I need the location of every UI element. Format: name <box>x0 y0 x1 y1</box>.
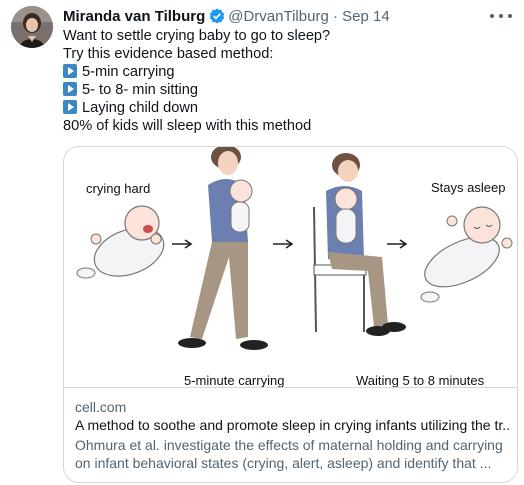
tweet-bullet-line: Laying child down <box>63 99 503 117</box>
carrying-mother-illustration <box>178 147 268 350</box>
header-separator: · <box>332 8 338 25</box>
author-name[interactable]: Miranda van Tilburg <box>63 8 205 25</box>
card-description[interactable]: Ohmura et al. investigate the effects of… <box>75 436 511 472</box>
author-avatar[interactable] <box>11 6 53 48</box>
tweet-text: Want to settle crying baby to go to slee… <box>63 27 503 135</box>
figure-label-asleep: Stays asleep <box>431 180 506 195</box>
figure-caption-carrying: 5-minute carrying <box>184 373 285 388</box>
play-button-emoji-icon <box>63 82 77 96</box>
tweet-date[interactable]: Sep 14 <box>342 8 390 25</box>
sleeping-baby-illustration <box>420 206 513 303</box>
card-image[interactable]: crying hard Stays asleep 5-minute carryi… <box>64 147 517 388</box>
card-title[interactable]: A method to soothe and promote sleep in … <box>75 416 511 434</box>
tweet-line: 5-min carrying <box>82 64 175 80</box>
tweet-bullet-line: 5-min carrying <box>63 63 503 81</box>
figure-caption-waiting: Waiting 5 to 8 minutes <box>356 373 485 388</box>
tweet-header: Miranda van Tilburg @DrvanTilburg · Sep 1… <box>63 7 484 27</box>
play-button-emoji-icon <box>63 64 77 78</box>
tweet-line: Laying child down <box>82 100 199 116</box>
verified-badge-icon <box>209 8 225 24</box>
tweet-line: 80% of kids will sleep with this method <box>63 118 312 134</box>
tweet-bullet-line: 5- to 8- min sitting <box>63 81 503 99</box>
link-preview-card[interactable]: crying hard Stays asleep 5-minute carryi… <box>63 146 518 483</box>
figure-label-crying: crying hard <box>86 181 151 196</box>
author-handle[interactable]: @DrvanTilburg <box>228 8 329 25</box>
card-divider <box>64 387 517 388</box>
card-domain[interactable]: cell.com <box>75 398 126 416</box>
tweet-line: Want to settle crying baby to go to slee… <box>63 28 331 44</box>
play-button-emoji-icon <box>63 100 77 114</box>
tweet-line: 5- to 8- min sitting <box>82 82 198 98</box>
tweet-line: Try this evidence based method: <box>63 46 274 62</box>
crying-baby-illustration <box>76 205 165 279</box>
more-options-icon[interactable] <box>490 9 512 23</box>
